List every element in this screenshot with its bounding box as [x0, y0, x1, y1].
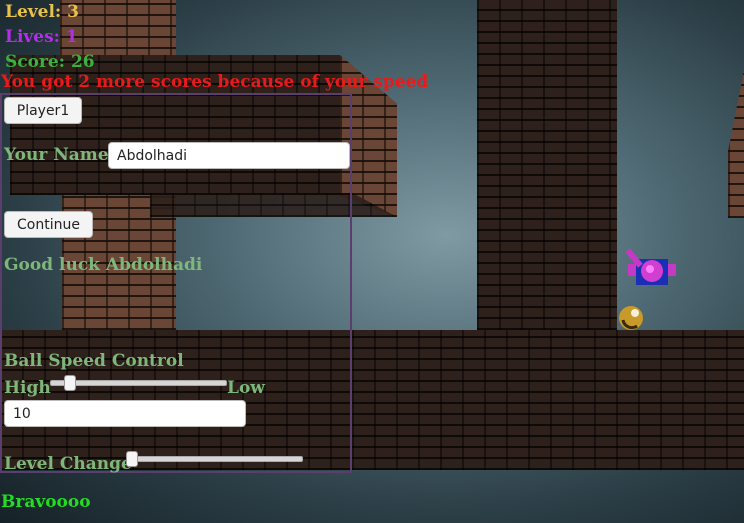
continue-button[interactable]: Continue: [4, 211, 93, 238]
brick-pillar-center: [477, 0, 617, 330]
ball-sprite: [619, 306, 643, 330]
speed-control-label: Ball Speed Control: [4, 351, 184, 371]
name-label: Your Name: [4, 145, 109, 165]
score-indicator: Score: 26: [5, 52, 95, 72]
brick-block-right: [728, 70, 744, 218]
level-slider-thumb[interactable]: [126, 451, 138, 467]
score-value: 26: [70, 52, 95, 72]
speed-low-label: Low: [227, 378, 265, 398]
level-indicator: Level: 3: [5, 2, 79, 22]
lives-value: 1: [65, 27, 78, 47]
player-button[interactable]: Player1: [4, 97, 82, 124]
level-label: Level:: [5, 2, 62, 22]
level-slider-track[interactable]: [126, 456, 303, 462]
score-label: Score:: [5, 52, 66, 72]
level-change-label: Level Change: [4, 454, 132, 474]
good-luck-message: Good luck Abdolhadi: [4, 255, 203, 275]
name-input[interactable]: Abdolhadi: [108, 142, 350, 169]
lives-indicator: Lives: 1: [5, 27, 78, 47]
speed-bonus-message: You got 2 more scores because of your sp…: [1, 72, 429, 92]
bravo-message: Bravoooo: [1, 492, 91, 512]
speed-high-label: High: [4, 378, 51, 398]
speed-slider-track[interactable]: [50, 380, 227, 386]
speed-input[interactable]: 10: [4, 400, 246, 427]
lives-label: Lives:: [5, 27, 60, 47]
speed-slider-thumb[interactable]: [64, 375, 76, 391]
cannon-sprite: [625, 248, 676, 285]
level-value: 3: [67, 2, 79, 22]
